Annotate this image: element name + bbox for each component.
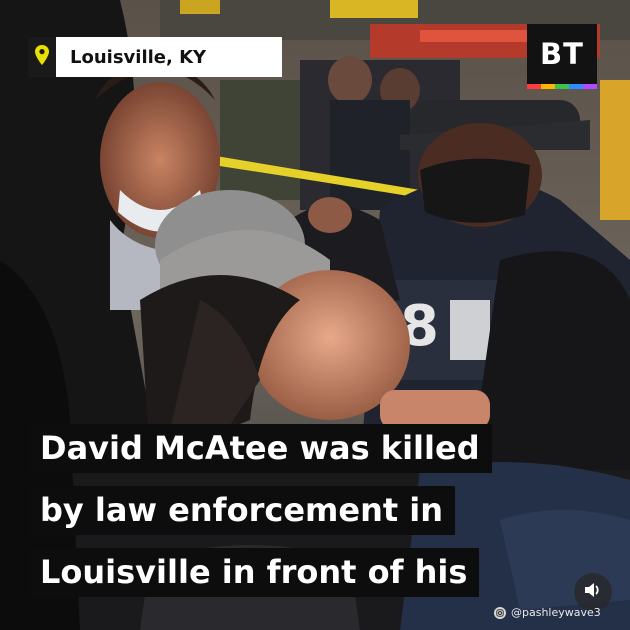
brand-color-stripe <box>527 84 597 89</box>
caption-line: David McAtee was killed <box>28 424 492 473</box>
caption-line: by law enforcement in <box>28 486 456 535</box>
instagram-icon <box>494 606 506 619</box>
watermark: @pashleywave3 <box>494 606 601 619</box>
video-frame[interactable]: 8 Louisville, KY BT David McAtee was kil… <box>0 0 630 630</box>
stripe-segment <box>583 84 597 89</box>
location-label: Louisville, KY <box>56 37 282 77</box>
speaker-icon <box>583 581 603 603</box>
stripe-segment <box>527 84 541 89</box>
caption-line: Louisville in front of his <box>28 548 480 597</box>
watermark-handle: @pashleywave3 <box>511 606 601 619</box>
caption: David McAtee was killed by law enforceme… <box>28 424 492 610</box>
location-tag: Louisville, KY <box>28 37 282 77</box>
map-pin-icon <box>34 44 50 70</box>
stripe-segment <box>555 84 569 89</box>
stripe-segment <box>569 84 583 89</box>
location-pin-box <box>28 37 56 77</box>
stripe-segment <box>541 84 555 89</box>
brand-logo: BT <box>527 24 597 84</box>
